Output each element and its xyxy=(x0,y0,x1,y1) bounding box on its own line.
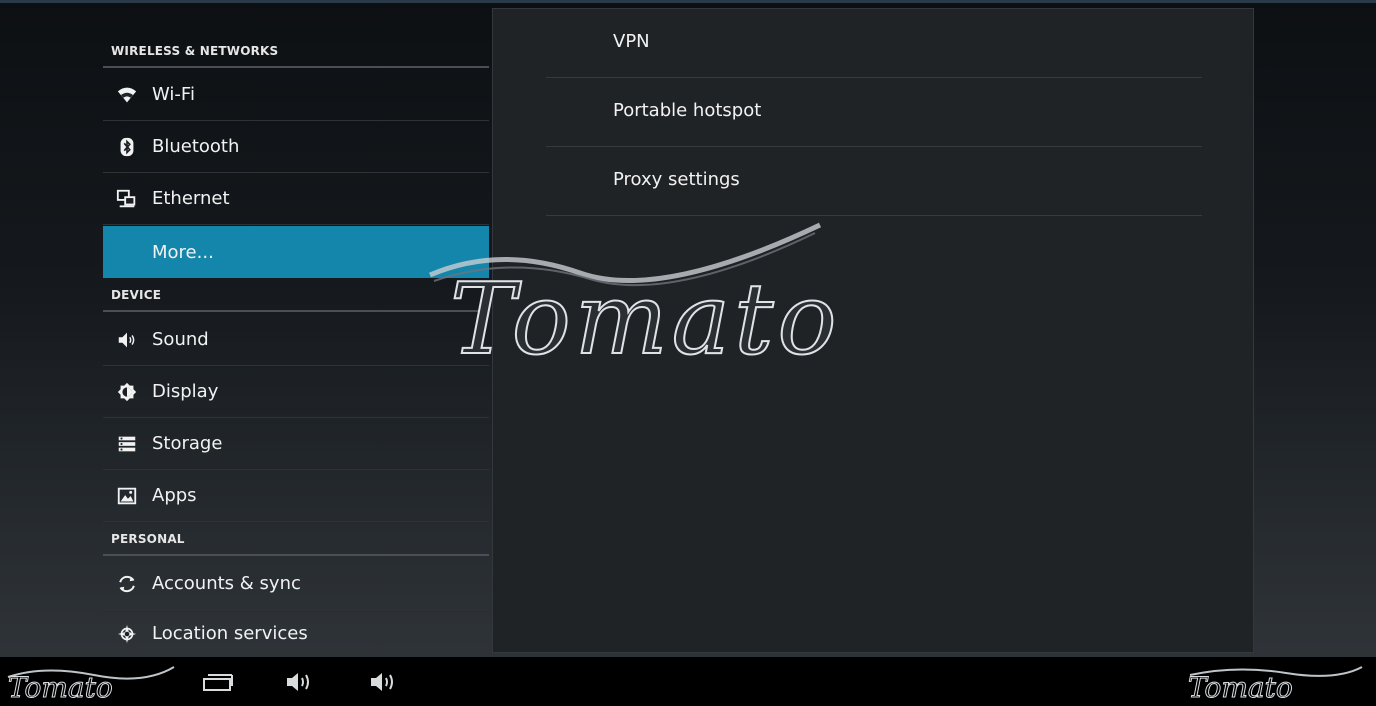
settings-item-label: Storage xyxy=(152,433,223,454)
settings-item-label: Apps xyxy=(152,485,197,506)
recent-apps-icon xyxy=(203,673,233,691)
wifi-icon xyxy=(115,83,139,107)
settings-item-label: Accounts & sync xyxy=(152,573,301,594)
tomato-logo-left: Tomato xyxy=(8,666,175,703)
apps-icon xyxy=(115,484,139,508)
blank-icon-slot xyxy=(115,240,139,264)
volume-up-icon xyxy=(371,672,393,691)
system-navigation-bar: Tomato Tomato xyxy=(0,657,1376,706)
settings-option-vpn[interactable]: VPN xyxy=(546,9,1202,78)
settings-item-label: Location services xyxy=(152,623,308,644)
settings-item-apps[interactable]: Apps xyxy=(103,470,489,522)
sound-icon xyxy=(115,328,139,352)
top-edge xyxy=(0,0,1376,3)
ethernet-icon xyxy=(115,187,139,211)
settings-item-label: Wi-Fi xyxy=(152,84,195,105)
settings-item-label: Display xyxy=(152,381,219,402)
volume-down-icon xyxy=(287,672,309,691)
settings-screen: WIRELESS & NETWORKS Wi-Fi Bluetooth Ethe… xyxy=(0,0,1376,706)
storage-icon xyxy=(115,432,139,456)
display-icon xyxy=(115,380,139,404)
recent-apps-button[interactable] xyxy=(198,657,238,706)
volume-down-button[interactable] xyxy=(278,657,322,706)
sync-icon xyxy=(115,572,139,596)
watermark-text: Tomato xyxy=(450,263,841,365)
volume-up-button[interactable] xyxy=(362,657,406,706)
tomato-watermark: Tomato xyxy=(429,222,841,365)
option-label: Portable hotspot xyxy=(613,100,762,121)
settings-item-label: Bluetooth xyxy=(152,136,240,157)
settings-item-bluetooth[interactable]: Bluetooth xyxy=(103,121,489,173)
settings-item-label: Ethernet xyxy=(152,188,230,209)
section-header-personal: PERSONAL xyxy=(103,526,489,556)
settings-item-location[interactable]: Location services xyxy=(103,610,489,657)
settings-option-portable-hotspot[interactable]: Portable hotspot xyxy=(546,78,1202,147)
bluetooth-icon xyxy=(115,135,139,159)
settings-item-accounts-sync[interactable]: Accounts & sync xyxy=(103,558,489,610)
logo-text-left: Tomato xyxy=(8,671,113,703)
logo-text-right: Tomato xyxy=(1188,671,1293,703)
settings-item-label: Sound xyxy=(152,329,209,350)
settings-item-storage[interactable]: Storage xyxy=(103,418,489,470)
section-header-wireless: WIRELESS & NETWORKS xyxy=(103,44,489,68)
settings-item-label: More... xyxy=(152,241,214,263)
tomato-logo-right: Tomato xyxy=(1188,666,1363,703)
settings-item-display[interactable]: Display xyxy=(103,366,489,418)
option-label: VPN xyxy=(613,31,650,52)
settings-item-wifi[interactable]: Wi-Fi xyxy=(103,69,489,121)
option-label: Proxy settings xyxy=(613,169,740,190)
location-icon xyxy=(115,622,139,646)
settings-option-proxy[interactable]: Proxy settings xyxy=(546,147,1202,216)
